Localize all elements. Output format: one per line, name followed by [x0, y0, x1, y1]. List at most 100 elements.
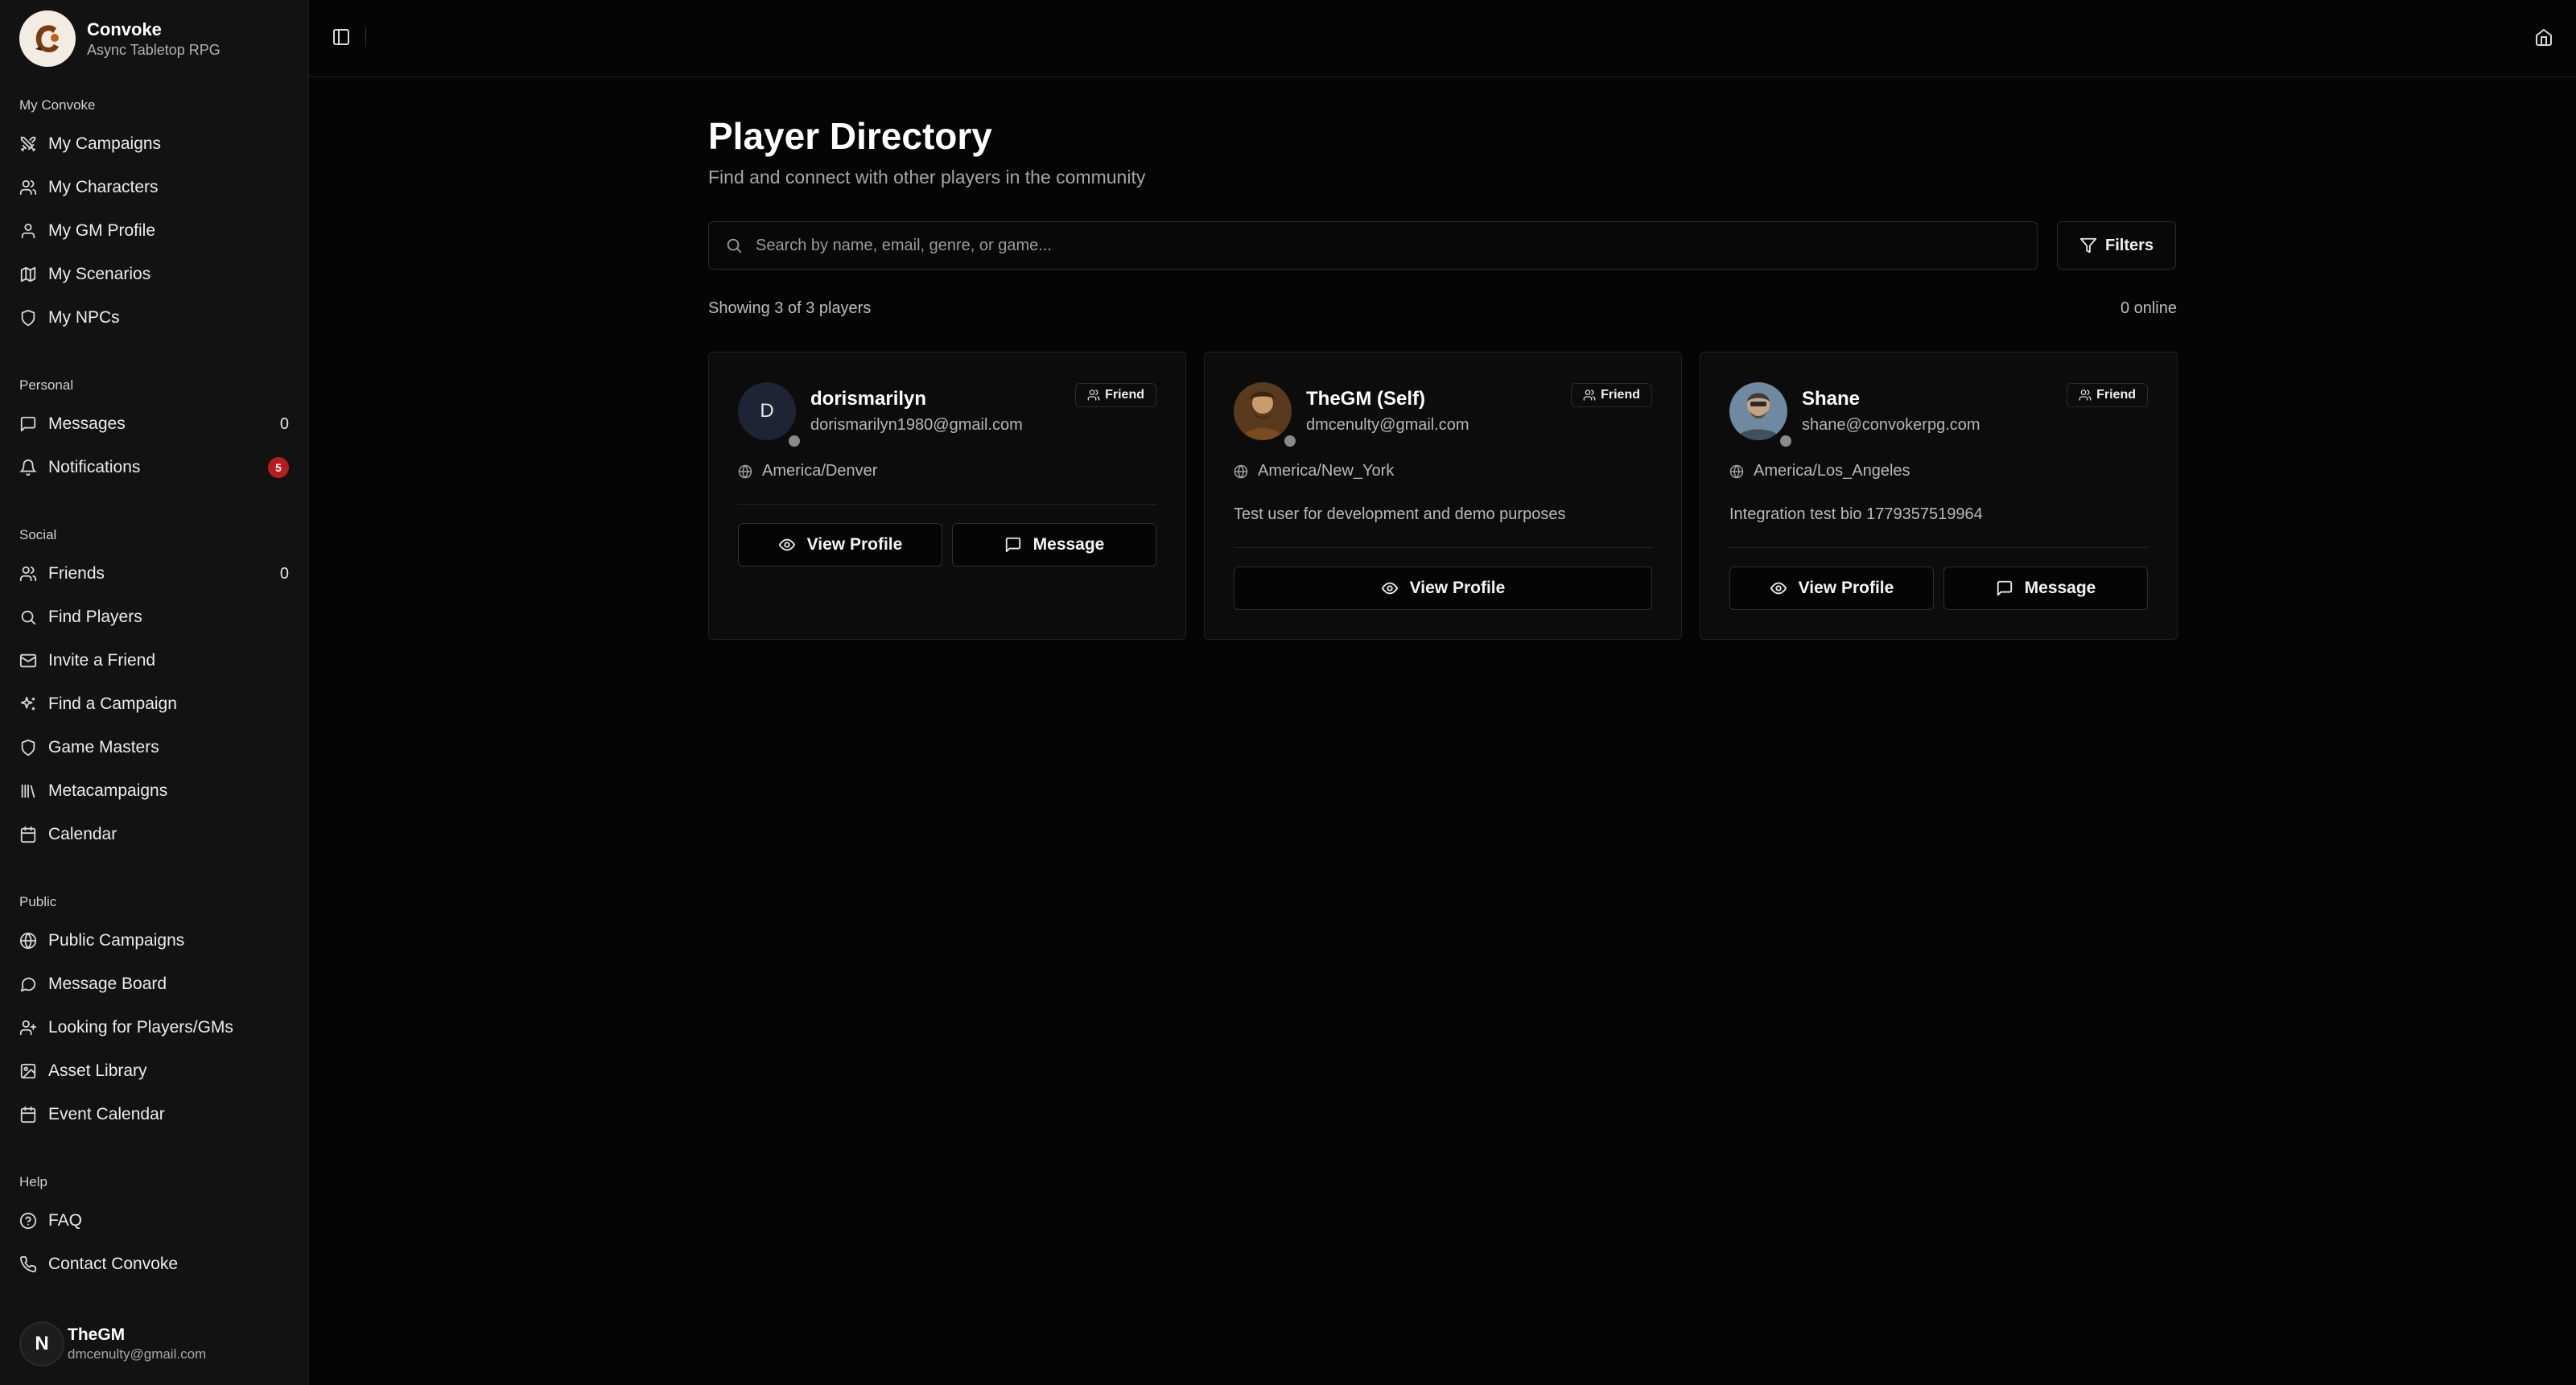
status-dot — [1778, 433, 1794, 449]
player-bio: Test user for development and demo purpo… — [1234, 505, 1566, 523]
sidebar-item-faq[interactable]: FAQ — [0, 1202, 308, 1240]
avatar: N — [19, 1321, 64, 1366]
player-email: shane@convokerpg.com — [1802, 416, 1980, 434]
sidebar-item-label: Find a Campaign — [48, 695, 177, 713]
sidebar-item-label: Game Masters — [48, 738, 159, 756]
sidebar-item-asset-library[interactable]: Asset Library — [0, 1052, 308, 1090]
avatar — [1729, 382, 1787, 440]
message-button[interactable]: Message — [1943, 567, 2148, 610]
sidebar-item-notifications[interactable]: Notifications 5 — [0, 448, 308, 487]
sidebar-item-find-a-campaign[interactable]: Find a Campaign — [0, 685, 308, 723]
sidebar-item-my-characters[interactable]: My Characters — [0, 168, 308, 207]
sidebar-item-metacampaigns[interactable]: Metacampaigns — [0, 772, 308, 810]
timezone-label: America/Los_Angeles — [1754, 462, 1910, 480]
filters-button[interactable]: Filters — [2057, 221, 2176, 270]
nav-heading-my-convoke: My Convoke — [19, 97, 96, 113]
users-icon — [1583, 389, 1596, 402]
search-input[interactable] — [754, 235, 2037, 256]
globe-icon — [19, 932, 37, 950]
users-icon — [19, 179, 37, 196]
page-subtitle: Find and connect with other players in t… — [708, 167, 1146, 188]
sidebar-item-label: Find Players — [48, 608, 142, 626]
calendar-icon — [19, 1106, 37, 1123]
timezone-label: America/Denver — [762, 462, 878, 480]
sidebar-item-label: Message Board — [48, 975, 167, 993]
avatar — [1234, 382, 1292, 440]
online-count: 0 online — [2120, 299, 2177, 317]
users-icon — [2079, 389, 2092, 402]
sidebar-item-label: Looking for Players/GMs — [48, 1018, 233, 1037]
sidebar-item-label: My Characters — [48, 178, 159, 196]
sidebar-item-my-npcs[interactable]: My NPCs — [0, 299, 308, 337]
messages-count: 0 — [279, 414, 289, 433]
button-label: View Profile — [1409, 579, 1506, 597]
phone-icon — [19, 1255, 37, 1273]
status-dot — [1282, 433, 1298, 449]
sidebar-item-my-scenarios[interactable]: My Scenarios — [0, 255, 308, 294]
sidebar-item-my-gm-profile[interactable]: My GM Profile — [0, 212, 308, 250]
sidebar-item-label: My Campaigns — [48, 134, 162, 153]
sidebar-item-public-campaigns[interactable]: Public Campaigns — [0, 921, 308, 960]
player-card: Shane shane@convokerpg.com Friend Americ… — [1700, 352, 2178, 640]
filters-label: Filters — [2104, 236, 2154, 254]
badge-label: Friend — [1105, 388, 1144, 402]
user-menu[interactable]: N TheGM dmcenulty@gmail.com — [19, 1320, 206, 1368]
sidebar-item-message-board[interactable]: Message Board — [0, 965, 308, 1004]
map-icon — [19, 266, 37, 283]
friend-badge: Friend — [2067, 383, 2148, 407]
view-profile-button[interactable]: View Profile — [1234, 567, 1652, 610]
friend-badge: Friend — [1571, 383, 1652, 407]
sparkles-icon — [19, 695, 37, 713]
message-button[interactable]: Message — [952, 523, 1156, 567]
sidebar-item-find-players[interactable]: Find Players — [0, 598, 308, 637]
swords-icon — [19, 135, 37, 153]
sidebar-item-label: Metacampaigns — [48, 781, 168, 800]
status-dot — [786, 433, 802, 449]
message-icon — [19, 415, 37, 433]
sidebar-item-friends[interactable]: Friends 0 — [0, 554, 308, 593]
user-email: dmcenulty@gmail.com — [68, 1346, 207, 1362]
globe-icon — [1729, 464, 1744, 479]
users-icon — [19, 565, 37, 583]
button-label: View Profile — [806, 535, 903, 554]
page-title: Player Directory — [708, 115, 992, 157]
divider — [1729, 547, 2148, 548]
sidebar-item-label: Calendar — [48, 825, 117, 843]
sidebar-item-label: Contact Convoke — [48, 1255, 179, 1273]
user-plus-icon — [19, 1019, 37, 1037]
sidebar-item-invite-a-friend[interactable]: Invite a Friend — [0, 641, 308, 680]
player-name: Shane — [1802, 388, 1861, 410]
brand[interactable]: Convoke Async Tabletop RPG — [19, 10, 221, 68]
timezone: America/New_York — [1234, 462, 1394, 480]
sidebar-item-label: Invite a Friend — [48, 651, 156, 670]
button-label: View Profile — [1798, 579, 1894, 597]
sidebar-item-messages[interactable]: Messages 0 — [0, 405, 308, 443]
sidebar-item-event-calendar[interactable]: Event Calendar — [0, 1095, 308, 1134]
nav-heading-help: Help — [19, 1174, 47, 1189]
bell-icon — [19, 459, 37, 476]
sidebar-item-calendar[interactable]: Calendar — [0, 815, 308, 854]
search-bar — [708, 221, 2038, 270]
sidebar-item-contact-convoke[interactable]: Contact Convoke — [0, 1245, 308, 1284]
player-bio: Integration test bio 1779357519964 — [1729, 505, 1983, 523]
sidebar-item-looking-for-players[interactable]: Looking for Players/GMs — [0, 1008, 308, 1047]
sidebar-item-label: My Scenarios — [48, 265, 151, 283]
player-card: TheGM (Self) dmcenulty@gmail.com Friend … — [1204, 352, 1682, 640]
nav-heading-social: Social — [19, 527, 57, 542]
nav-heading-public: Public — [19, 894, 57, 909]
player-card: D dorismarilyn dorismarilyn1980@gmail.co… — [708, 352, 1186, 640]
view-profile-button[interactable]: View Profile — [1729, 567, 1934, 610]
results-count: Showing 3 of 3 players — [708, 299, 872, 317]
globe-icon — [738, 464, 752, 479]
sidebar-item-label: FAQ — [48, 1211, 83, 1230]
view-profile-button[interactable]: View Profile — [738, 523, 942, 567]
sidebar-item-my-campaigns[interactable]: My Campaigns — [0, 125, 308, 163]
sidebar-toggle-icon[interactable] — [332, 27, 351, 47]
home-icon[interactable] — [2534, 27, 2553, 47]
user-name: TheGM — [68, 1325, 126, 1344]
search-icon — [725, 237, 743, 254]
player-email: dorismarilyn1980@gmail.com — [810, 416, 1023, 434]
sidebar-item-game-masters[interactable]: Game Masters — [0, 728, 308, 767]
users-icon — [1087, 389, 1100, 402]
sidebar-item-label: Messages — [48, 414, 126, 433]
